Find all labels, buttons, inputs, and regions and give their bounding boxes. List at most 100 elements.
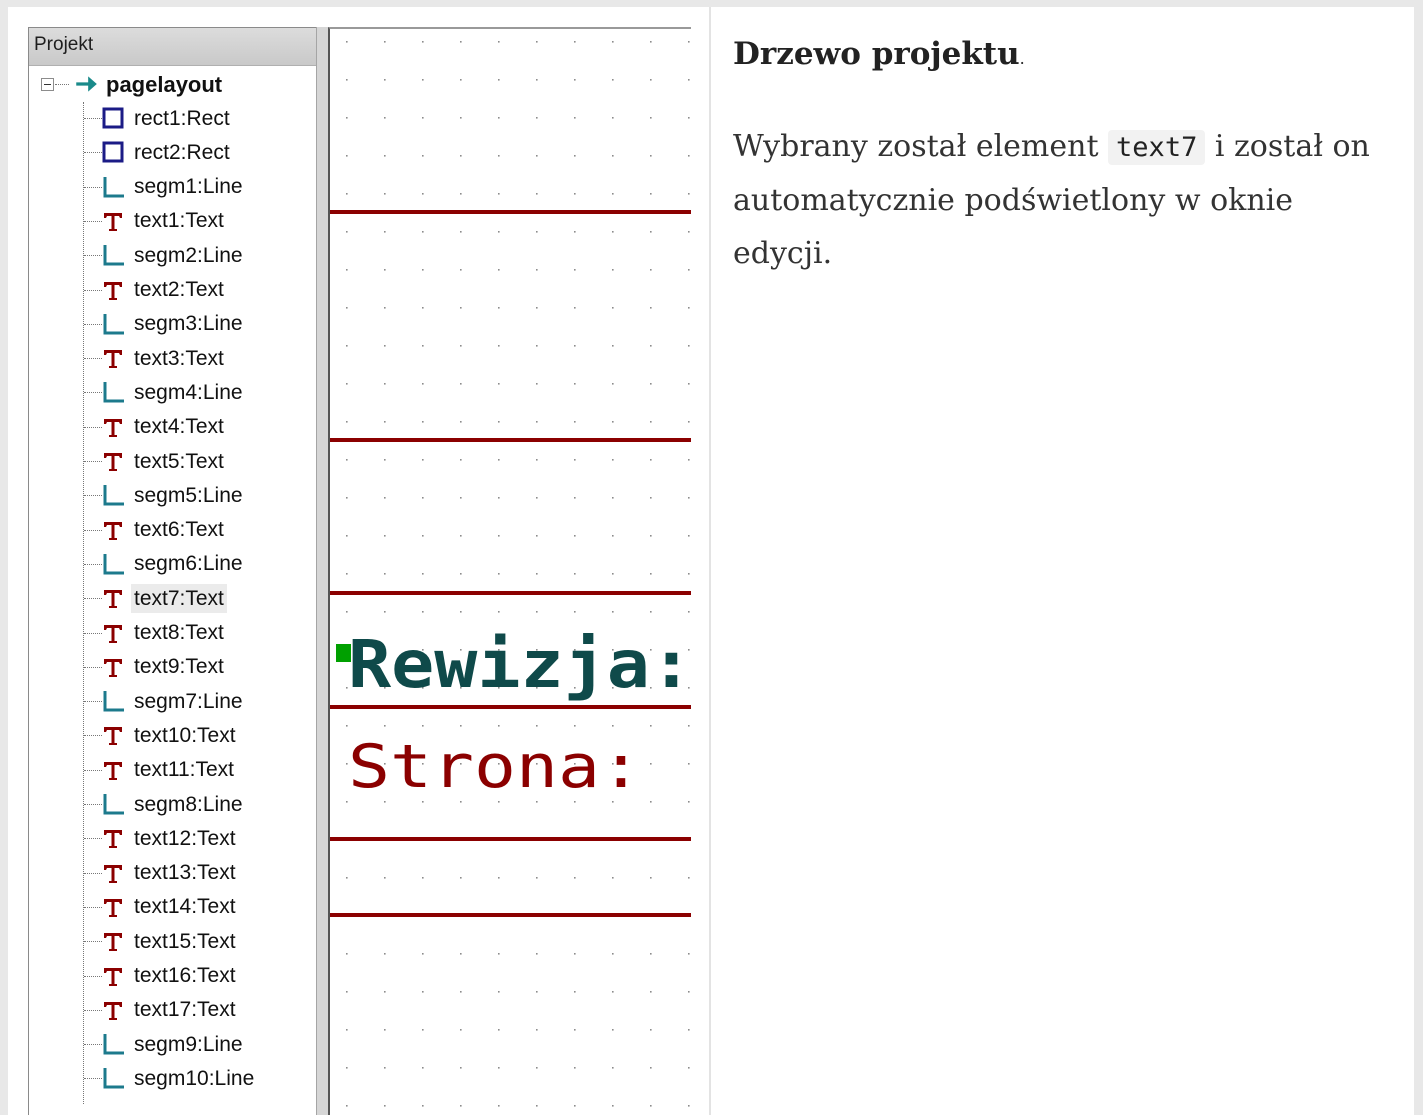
tree-item-label: segm5:Line	[134, 483, 243, 507]
line-icon	[103, 1068, 124, 1089]
text-icon	[104, 864, 122, 883]
tree-item-label: rect2:Rect	[134, 140, 230, 164]
description-heading: Drzewo projektu.	[733, 36, 1393, 72]
screenshot: Projekt pagelayout rect1:Rect rect2:Rect s…	[8, 7, 709, 1115]
tree-item-rect2[interactable]: rect2:Rect	[101, 136, 233, 168]
tree-item-label: rect1:Rect	[134, 106, 230, 130]
tree-root-label: pagelayout	[106, 71, 223, 97]
description-paragraph: Wybrany został element text7 i został on…	[733, 120, 1393, 280]
text-icon	[104, 212, 122, 231]
tree-item-label: text16:Text	[134, 964, 236, 987]
tree-item-label: segm2:Line	[134, 243, 243, 267]
tree-item-segm5[interactable]: segm5:Line	[101, 479, 246, 511]
text-icon	[104, 967, 122, 986]
tree-item-text7[interactable]: text7:Text	[101, 582, 227, 614]
text-icon	[104, 418, 122, 437]
tree-item-label: text8:Text	[134, 621, 224, 644]
tree-item-label: text4:Text	[134, 415, 224, 439]
collapse-toggle[interactable]	[41, 78, 54, 91]
tree-item-label: text12:Text	[134, 826, 236, 850]
anchor-marker[interactable]	[336, 644, 351, 662]
tree-item-label: segm6:Line	[134, 552, 243, 576]
arrow-right-icon	[76, 76, 97, 92]
text-icon	[104, 590, 122, 609]
rect-icon	[102, 141, 124, 163]
tree-item-rect1[interactable]: rect1:Rect	[101, 102, 233, 134]
tree-item-text8[interactable]: text8:Text	[101, 617, 227, 649]
tree-item-label: text6:Text	[134, 518, 224, 542]
highlighted-text-rewizja[interactable]: Rewizja:	[348, 626, 691, 703]
tree-item-segm9[interactable]: segm9:Line	[101, 1028, 246, 1060]
line-icon	[103, 1034, 124, 1055]
tree-item-label: segm1:Line	[134, 175, 243, 199]
title-suffix: .	[1019, 49, 1025, 68]
tree-item-label: text11:Text	[134, 758, 234, 782]
tree-item-label: text13:Text	[134, 861, 236, 885]
tree-item-text4[interactable]: text4:Text	[101, 411, 227, 443]
line-icon	[103, 794, 124, 815]
tree-item-label: text2:Text	[134, 278, 224, 301]
column-divider	[709, 7, 711, 1115]
tree-item-label: text7:Text	[131, 583, 227, 613]
text-icon	[104, 1001, 122, 1020]
rect-icon	[102, 107, 124, 129]
tree-item-segm7[interactable]: segm7:Line	[101, 685, 246, 717]
description-text-before: Wybrany został element	[733, 129, 1109, 164]
tree-item-label: segm3:Line	[134, 312, 243, 336]
tree-item-text16[interactable]: text16:Text	[101, 960, 239, 992]
tree-item-text2[interactable]: text2:Text	[101, 274, 227, 306]
tree-item-text12[interactable]: text12:Text	[101, 822, 239, 854]
tree-item-text17[interactable]: text17:Text	[101, 994, 239, 1026]
tree-item-text11[interactable]: text11:Text	[101, 754, 237, 786]
line-icon	[103, 245, 124, 266]
tree-item-label: segm4:Line	[134, 380, 243, 404]
tree-item-text9[interactable]: text9:Text	[101, 651, 227, 683]
tree-item-segm10[interactable]: segm10:Line	[101, 1062, 257, 1094]
tree-item-text3[interactable]: text3:Text	[101, 342, 227, 374]
text-strona[interactable]: Strona:	[348, 732, 642, 802]
tree-item-text5[interactable]: text5:Text	[101, 445, 227, 477]
tree-item-segm8[interactable]: segm8:Line	[101, 788, 246, 820]
text-icon	[104, 830, 122, 849]
tree-item-label: segm7:Line	[134, 689, 243, 713]
text-icon	[104, 898, 122, 917]
tree-item-label: text5:Text	[134, 449, 224, 473]
tree-item-label: text9:Text	[134, 655, 224, 679]
description: Drzewo projektu. Wybrany został element …	[733, 36, 1393, 280]
line-icon	[103, 485, 124, 506]
line-icon	[103, 176, 124, 198]
tree-item-label: text17:Text	[134, 998, 236, 1022]
panel-header: Projekt	[29, 28, 325, 66]
tree-item-segm4[interactable]: segm4:Line	[101, 376, 246, 408]
tree-item-label: segm8:Line	[134, 792, 243, 816]
tree-item-text6[interactable]: text6:Text	[101, 514, 227, 546]
tree-item-label: text14:Text	[134, 895, 236, 919]
tree-item-label: segm10:Line	[134, 1066, 255, 1090]
tree-item-text15[interactable]: text15:Text	[101, 925, 239, 957]
tree-item-label: text3:Text	[134, 346, 224, 370]
inline-code: text7	[1108, 130, 1206, 165]
text-icon	[104, 281, 122, 300]
tree-item-label: text15:Text	[134, 929, 236, 953]
tree-item-segm2[interactable]: segm2:Line	[101, 239, 246, 271]
text-icon	[104, 933, 122, 952]
project-tree-panel: Projekt pagelayout rect1:Rect rect2:Rect s…	[28, 27, 326, 1115]
tree-item-segm6[interactable]: segm6:Line	[101, 548, 246, 580]
tree-item-text1[interactable]: text1:Text	[101, 205, 227, 237]
line-icon	[103, 382, 124, 403]
line-icon	[103, 553, 124, 575]
text-icon	[104, 453, 122, 471]
editor-canvas[interactable]: Rewizja: Strona:	[328, 27, 691, 1115]
tree-root[interactable]: pagelayout	[73, 68, 225, 100]
tree-item-text10[interactable]: text10:Text	[101, 719, 239, 751]
text-icon	[104, 521, 122, 540]
tree-item-segm1[interactable]: segm1:Line	[101, 171, 246, 203]
text-icon	[104, 761, 122, 780]
tree-item-text14[interactable]: text14:Text	[101, 891, 239, 923]
tree-item-label: segm9:Line	[134, 1032, 243, 1056]
tree-item-label: text10:Text	[134, 723, 236, 747]
tree-item-text13[interactable]: text13:Text	[101, 857, 239, 889]
line-icon	[103, 691, 124, 712]
tree-item-segm3[interactable]: segm3:Line	[101, 308, 246, 340]
text-icon	[104, 658, 122, 677]
